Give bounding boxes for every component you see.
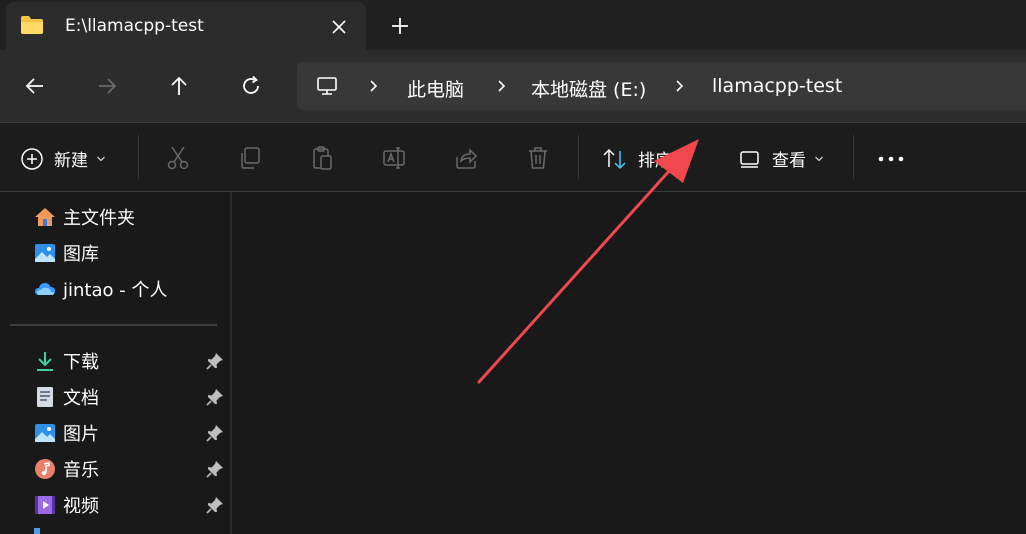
- pictures-icon: [35, 424, 55, 442]
- sidebar-item-videos[interactable]: 视频: [34, 492, 230, 518]
- active-tab[interactable]: E:\llamacpp-test: [6, 2, 366, 50]
- title-bar: E:\llamacpp-test: [0, 0, 1026, 50]
- chevron-down-icon: [681, 156, 689, 161]
- sort-icon: [603, 148, 626, 169]
- music-icon: [35, 459, 55, 479]
- new-tab-button[interactable]: [388, 14, 412, 38]
- sidebar-separator: [10, 324, 217, 326]
- plus-circle-icon: [21, 147, 43, 170]
- navigation-bar: 此电脑 本地磁盘 (E:) llamacpp-test: [0, 50, 1026, 122]
- new-button[interactable]: 新建: [20, 146, 106, 171]
- address-bar[interactable]: 此电脑 本地磁盘 (E:) llamacpp-test: [297, 62, 1026, 110]
- view-button[interactable]: 查看: [738, 146, 824, 171]
- tab-title: E:\llamacpp-test: [65, 16, 204, 36]
- this-pc-icon[interactable]: [315, 74, 339, 98]
- sidebar-item-label: 音乐: [63, 460, 99, 481]
- view-icon: [740, 150, 759, 168]
- home-icon: [35, 208, 55, 226]
- view-label: 查看: [772, 151, 806, 171]
- refresh-button[interactable]: [239, 74, 263, 98]
- more-options-icon[interactable]: [877, 145, 904, 171]
- forward-button[interactable]: [95, 74, 119, 98]
- pin-icon[interactable]: [206, 388, 224, 406]
- share-icon[interactable]: [453, 145, 479, 171]
- sidebar-item-label: 图库: [63, 244, 99, 265]
- pin-icon[interactable]: [206, 460, 224, 478]
- navigation-pane: 主文件夹 图库 jintao - 个人 下载 文档 图片 音乐 视频: [0, 192, 230, 534]
- copy-icon[interactable]: [237, 145, 263, 171]
- sidebar-item-label: 图片: [63, 424, 99, 445]
- toolbar-separator: [138, 135, 139, 179]
- command-bar: 新建 排序 查看: [0, 123, 1026, 191]
- sort-label: 排序: [638, 151, 672, 171]
- chevron-right-icon[interactable]: [367, 78, 381, 94]
- breadcrumb-local-disk[interactable]: 本地磁盘 (E:): [531, 75, 646, 102]
- cut-icon[interactable]: [165, 145, 191, 171]
- sidebar-item-label: 主文件夹: [63, 208, 135, 229]
- sidebar-item-label: 文档: [63, 388, 99, 409]
- sidebar-item-downloads[interactable]: 下载: [34, 348, 230, 374]
- document-icon: [37, 387, 53, 407]
- back-button[interactable]: [23, 74, 47, 98]
- onedrive-cloud-icon: [35, 283, 55, 295]
- up-button[interactable]: [167, 74, 191, 98]
- sidebar-item-pictures[interactable]: 图片: [34, 420, 230, 446]
- pin-icon[interactable]: [206, 424, 224, 442]
- breadcrumb-current-folder[interactable]: llamacpp-test: [712, 75, 842, 97]
- close-tab-icon[interactable]: [329, 17, 349, 37]
- pin-icon[interactable]: [206, 496, 224, 514]
- sidebar-item-label: 下载: [63, 352, 99, 373]
- folder-icon: [20, 15, 44, 35]
- toolbar-separator: [853, 135, 854, 179]
- paste-icon[interactable]: [309, 145, 335, 171]
- rename-icon[interactable]: [381, 145, 407, 171]
- sidebar-item-onedrive[interactable]: jintao - 个人: [34, 276, 230, 302]
- pin-icon[interactable]: [206, 352, 224, 370]
- gallery-icon: [35, 244, 55, 262]
- download-icon: [37, 352, 53, 371]
- sidebar-item-label: 视频: [63, 496, 99, 517]
- file-list-area[interactable]: [232, 192, 1026, 534]
- sidebar-item-label: jintao - 个人: [63, 280, 168, 301]
- delete-icon[interactable]: [525, 145, 551, 171]
- video-icon: [35, 496, 55, 514]
- partially-visible-item: [34, 528, 40, 534]
- chevron-right-icon[interactable]: [673, 78, 687, 94]
- sidebar-item-home[interactable]: 主文件夹: [34, 204, 230, 230]
- breadcrumb-this-pc[interactable]: 此电脑: [407, 75, 464, 102]
- chevron-right-icon[interactable]: [495, 78, 509, 94]
- chevron-down-icon: [815, 156, 823, 161]
- sidebar-item-documents[interactable]: 文档: [34, 384, 230, 410]
- sort-button[interactable]: 排序: [602, 146, 690, 171]
- sidebar-item-gallery[interactable]: 图库: [34, 240, 230, 266]
- toolbar-separator: [578, 135, 579, 179]
- new-label: 新建: [54, 151, 88, 171]
- sidebar-item-music[interactable]: 音乐: [34, 456, 230, 482]
- chevron-down-icon: [97, 156, 105, 161]
